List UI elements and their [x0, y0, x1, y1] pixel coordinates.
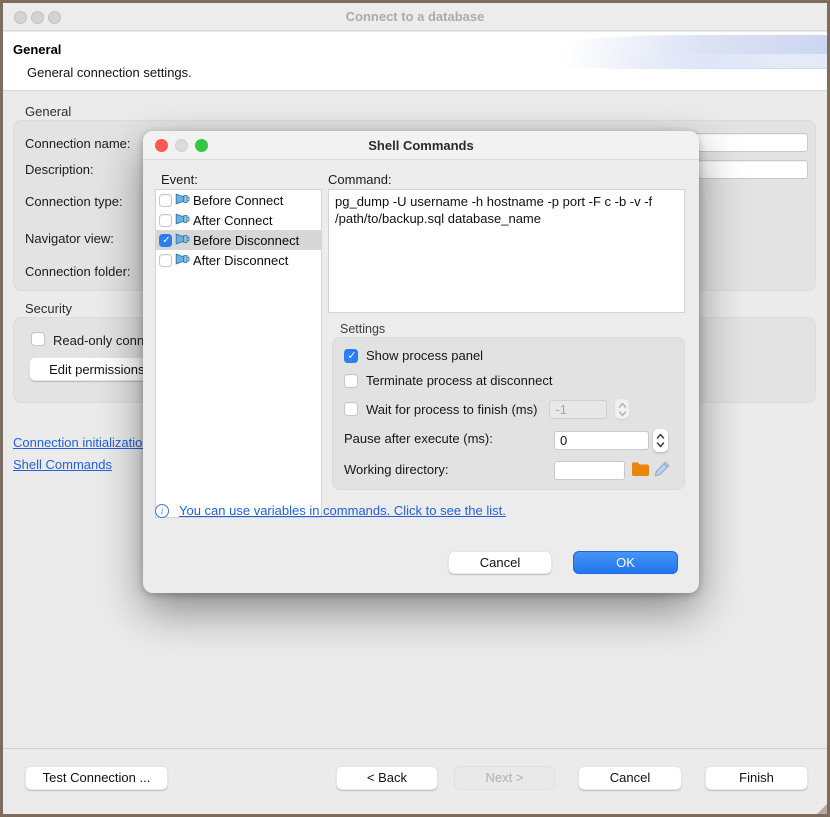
event-row-label: Before Connect [193, 193, 283, 208]
megaphone-icon [175, 252, 190, 269]
browse-folder-icon[interactable] [631, 461, 650, 480]
event-row-before-connect[interactable]: Before Connect [156, 190, 321, 210]
test-connection-button[interactable]: Test Connection ... [25, 766, 168, 790]
megaphone-icon [175, 232, 190, 249]
pause-after-execute-label: Pause after execute (ms): [344, 431, 493, 446]
wait-for-process-checkbox[interactable] [344, 402, 358, 416]
security-group-label: Security [25, 301, 72, 316]
general-group-label: General [25, 104, 71, 119]
event-row-after-disconnect[interactable]: After Disconnect [156, 250, 321, 270]
dialog-ok-button[interactable]: OK [573, 551, 678, 574]
dialog-titlebar: Shell Commands [143, 131, 699, 160]
command-textarea[interactable]: pg_dump -U username -h hostname -p port … [328, 189, 685, 313]
show-process-panel-checkbox[interactable] [344, 349, 358, 363]
event-checkbox[interactable] [159, 214, 172, 227]
wait-for-process-input [549, 400, 607, 419]
wizard-footer: Test Connection ... < Back Next > Cancel… [3, 748, 827, 814]
connection-name-label: Connection name: [25, 136, 131, 151]
shell-commands-link[interactable]: Shell Commands [13, 457, 112, 472]
app-window: Connect to a database General General co… [0, 0, 830, 817]
edit-path-icon[interactable] [654, 460, 671, 480]
megaphone-icon [175, 192, 190, 209]
pause-after-execute-stepper[interactable] [653, 429, 668, 452]
event-row-after-connect[interactable]: After Connect [156, 210, 321, 230]
command-label: Command: [328, 172, 392, 187]
variables-info-link[interactable]: You can use variables in commands. Click… [179, 503, 506, 518]
connection-folder-label: Connection folder: [25, 264, 131, 279]
event-row-label: After Connect [193, 213, 273, 228]
event-list[interactable]: Before Connect After Connect Before Disc… [155, 189, 322, 518]
terminate-process-checkbox[interactable] [344, 374, 358, 388]
window-title: Connect to a database [3, 9, 827, 24]
connection-initialization-link[interactable]: Connection initialization [13, 435, 150, 450]
event-checkbox[interactable] [159, 254, 172, 267]
show-process-panel-label: Show process panel [366, 348, 483, 363]
wait-for-process-label: Wait for process to finish (ms) [366, 402, 537, 417]
finish-button[interactable]: Finish [705, 766, 808, 790]
event-row-before-disconnect[interactable]: Before Disconnect [156, 230, 321, 250]
wizard-header: General General connection settings. [3, 32, 827, 91]
event-row-label: Before Disconnect [193, 233, 299, 248]
terminate-process-label: Terminate process at disconnect [366, 373, 552, 388]
navigator-view-label: Navigator view: [25, 231, 114, 246]
event-checkbox[interactable] [159, 194, 172, 207]
readonly-connection-checkbox[interactable] [31, 332, 45, 346]
working-directory-input[interactable] [554, 461, 625, 480]
shell-commands-dialog: Shell Commands Event: Command: Before Co… [143, 131, 699, 593]
settings-group-label: Settings [340, 322, 385, 336]
megaphone-icon [175, 212, 190, 229]
page-title: General [13, 42, 61, 57]
event-row-label: After Disconnect [193, 253, 288, 268]
header-decoration [597, 54, 827, 68]
info-icon: i [155, 504, 169, 518]
page-subtitle: General connection settings. [27, 65, 192, 80]
dialog-cancel-button[interactable]: Cancel [448, 551, 552, 574]
dialog-title: Shell Commands [143, 138, 699, 153]
next-button: Next > [454, 766, 555, 790]
connection-type-label: Connection type: [25, 194, 123, 209]
working-directory-label: Working directory: [344, 462, 449, 477]
resize-grip[interactable] [817, 804, 827, 814]
back-button[interactable]: < Back [336, 766, 438, 790]
wait-for-process-stepper [615, 399, 629, 419]
main-titlebar: Connect to a database [3, 3, 827, 31]
event-label: Event: [161, 172, 198, 187]
cancel-button[interactable]: Cancel [578, 766, 682, 790]
description-label: Description: [25, 162, 94, 177]
pause-after-execute-input[interactable] [554, 431, 649, 450]
event-checkbox[interactable] [159, 234, 172, 247]
